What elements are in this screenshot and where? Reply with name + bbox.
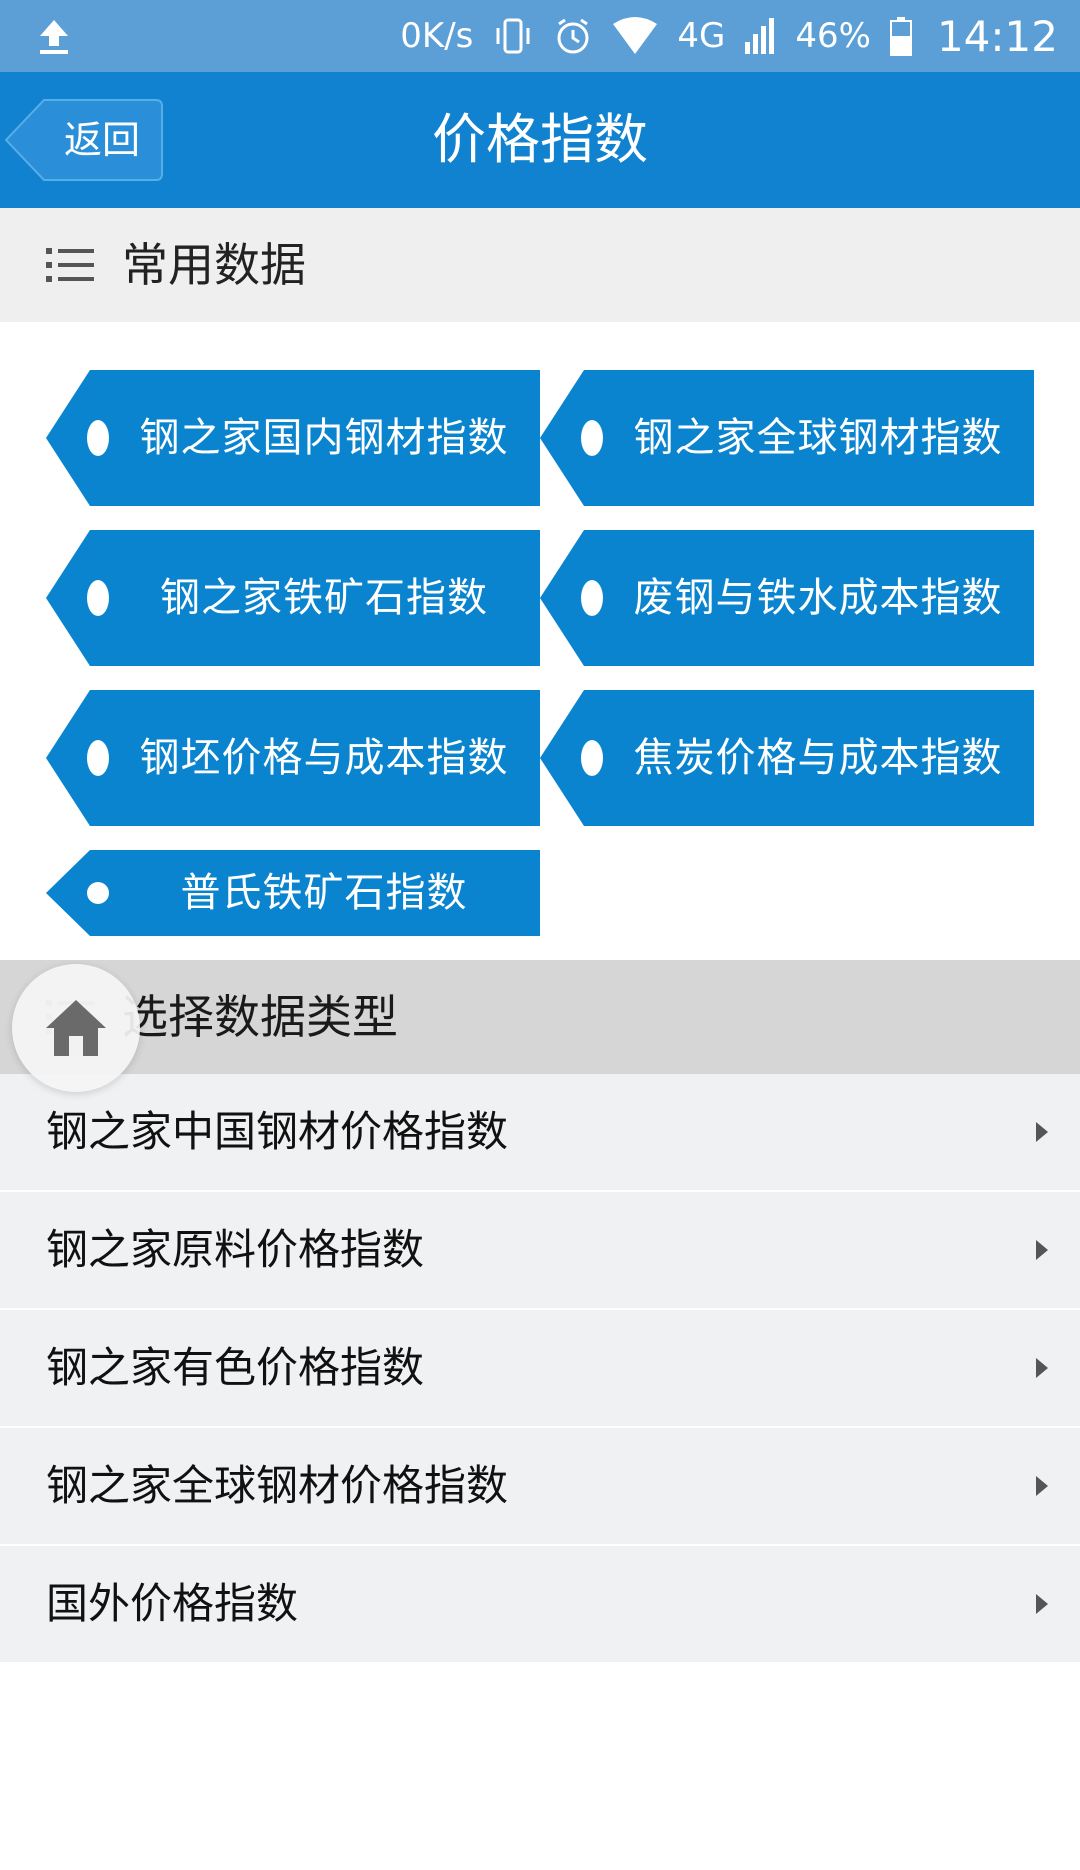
tag-domestic-steel-index[interactable]: 钢之家国内钢材指数 [46,370,540,506]
tag-global-steel-index[interactable]: 钢之家全球钢材指数 [540,370,1034,506]
chevron-right-icon [1036,1358,1048,1378]
list-item-china-steel-price-index[interactable]: 钢之家中国钢材价格指数 [0,1074,1080,1192]
signal-icon [745,18,775,54]
wifi-icon [613,17,658,54]
section-title: 选择数据类型 [122,990,398,1044]
status-bar: 0K/s 4G 46% 14:12 [0,0,1080,72]
list-item-label: 钢之家中国钢材价格指数 [46,1107,509,1156]
tag-platts-iron-ore-index[interactable]: 普氏铁矿石指数 [46,850,540,936]
tag-scrap-hot-metal-cost-index[interactable]: 废钢与铁水成本指数 [540,530,1034,666]
list-item-nonferrous-price-index[interactable]: 钢之家有色价格指数 [0,1310,1080,1428]
network-speed: 0K/s [400,16,474,56]
chevron-right-icon [1036,1476,1048,1496]
section-title: 常用数据 [122,238,306,292]
tag-iron-ore-index[interactable]: 钢之家铁矿石指数 [46,530,540,666]
list-item-raw-material-price-index[interactable]: 钢之家原料价格指数 [0,1192,1080,1310]
chevron-right-icon [1036,1122,1048,1142]
tag-coke-price-cost-index[interactable]: 焦炭价格与成本指数 [540,690,1034,826]
battery-percent: 46% [795,16,871,56]
tag-label: 普氏铁矿石指数 [180,870,468,916]
upload-icon [40,20,68,54]
tag-label: 钢之家全球钢材指数 [633,415,1003,461]
list-item-label: 钢之家有色价格指数 [46,1343,425,1392]
chevron-right-icon [1036,1594,1048,1614]
data-type-section-header: 选择数据类型 [0,960,1080,1074]
list-item-label: 钢之家原料价格指数 [46,1225,425,1274]
battery-icon [889,17,912,56]
tag-label: 钢坯价格与成本指数 [139,735,509,781]
clock: 14:12 [936,11,1058,61]
network-type: 4G [677,16,726,56]
list-item-foreign-price-index[interactable]: 国外价格指数 [0,1546,1080,1664]
page-title: 价格指数 [432,108,648,171]
tag-label: 焦炭价格与成本指数 [633,735,1003,781]
list-item-label: 钢之家全球钢材价格指数 [46,1461,509,1510]
home-icon [46,1000,106,1056]
list-item-global-steel-price-index[interactable]: 钢之家全球钢材价格指数 [0,1428,1080,1546]
tag-billet-price-cost-index[interactable]: 钢坯价格与成本指数 [46,690,540,826]
chevron-right-icon [1036,1240,1048,1260]
vibrate-icon [496,18,530,54]
list-item-label: 国外价格指数 [46,1579,299,1628]
alarm-icon [557,18,589,54]
tag-label: 钢之家铁矿石指数 [160,575,488,621]
tag-label: 钢之家国内钢材指数 [139,415,509,461]
common-data-section-header: 常用数据 [0,208,1080,322]
floating-home-button[interactable] [12,964,140,1092]
list-icon [46,248,94,282]
tag-label: 废钢与铁水成本指数 [633,575,1003,621]
app-header: 返回 价格指数 [0,72,1080,208]
